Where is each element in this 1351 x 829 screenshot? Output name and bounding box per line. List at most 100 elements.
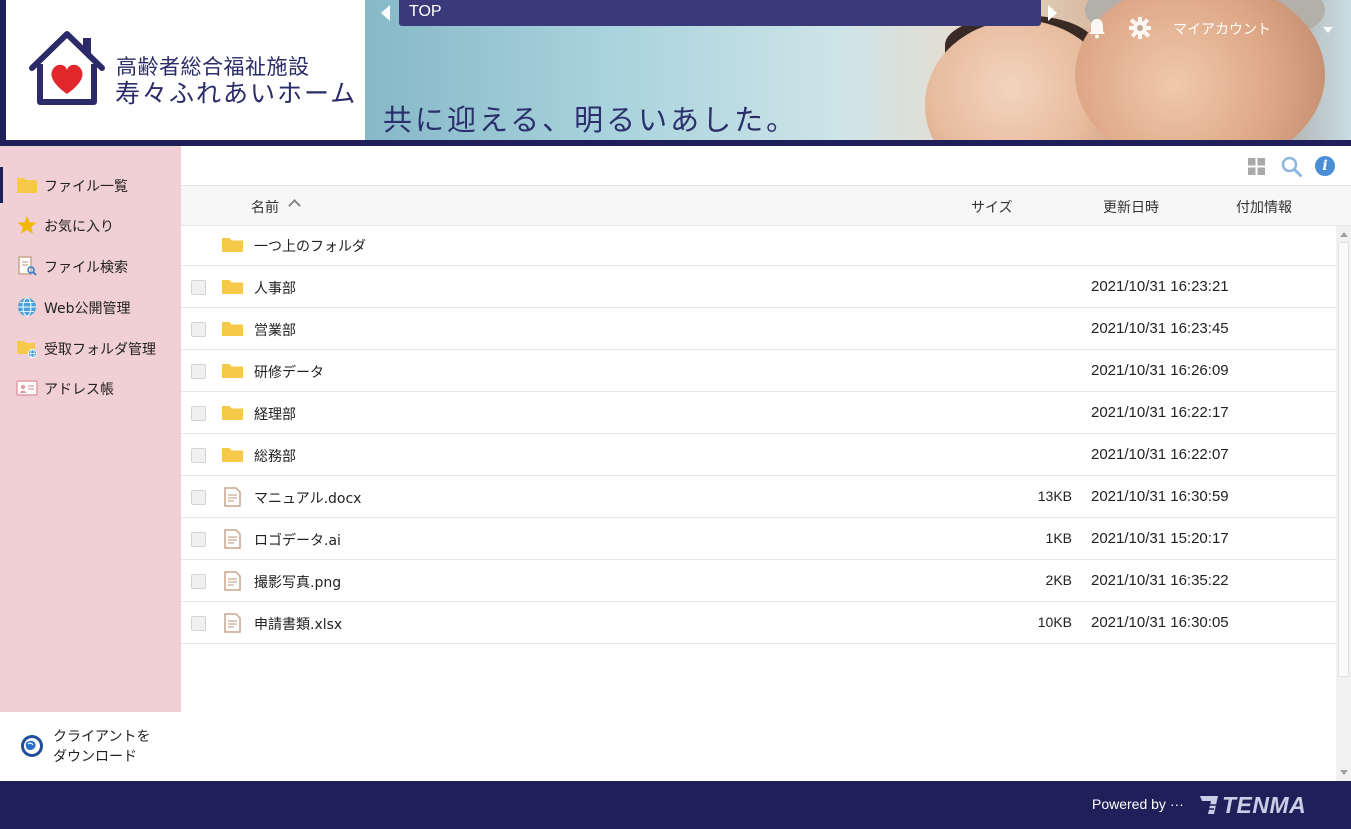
file-size: 13KB xyxy=(1037,488,1072,504)
folder-icon xyxy=(222,448,243,462)
file-modified: 2021/10/31 16:22:17 xyxy=(1091,404,1229,421)
sidebar-item-label: 受取フォルダ管理 xyxy=(44,342,156,358)
file-name[interactable]: 営業部 xyxy=(254,320,296,340)
parent-folder-label: 一つ上のフォルダ xyxy=(254,239,366,255)
star-icon xyxy=(17,216,37,234)
download-label-line2: ダウンロード xyxy=(53,749,137,765)
sidebar: ファイル一覧 お気に入り ファイル検索 Web公開管理 受取フォルダ管理 アドレ… xyxy=(0,146,181,781)
document-icon xyxy=(224,529,241,549)
table-row[interactable]: 経理部 2021/10/31 16:22:17 xyxy=(181,392,1336,434)
file-search-icon xyxy=(18,256,37,276)
powered-by-label: Powered by ··· xyxy=(1092,796,1184,812)
download-label-line1: クライアントを xyxy=(53,729,151,745)
bell-icon[interactable] xyxy=(1087,17,1107,39)
sidebar-item-address-book[interactable]: アドレス帳 xyxy=(0,370,181,406)
row-checkbox[interactable] xyxy=(191,490,206,505)
file-modified: 2021/10/31 16:23:21 xyxy=(1091,278,1229,295)
sidebar-item-label: ファイル検索 xyxy=(44,260,128,276)
file-modified: 2021/10/31 16:35:22 xyxy=(1091,572,1229,589)
sidebar-item-file-search[interactable]: ファイル検索 xyxy=(0,248,181,284)
breadcrumb-prev-arrow-icon[interactable] xyxy=(381,5,390,21)
gear-icon[interactable] xyxy=(1129,17,1151,39)
column-header-name[interactable]: 名前 xyxy=(251,197,279,217)
breadcrumb[interactable]: TOP xyxy=(399,0,1041,26)
sidebar-item-favorites[interactable]: お気に入り xyxy=(0,207,181,243)
scrollbar-thumb[interactable] xyxy=(1338,242,1349,677)
row-checkbox[interactable] xyxy=(191,280,206,295)
table-row[interactable]: 総務部 2021/10/31 16:22:07 xyxy=(181,434,1336,476)
search-icon[interactable] xyxy=(1281,156,1302,177)
chevron-down-icon[interactable] xyxy=(1323,27,1333,33)
file-modified: 2021/10/31 15:20:17 xyxy=(1091,530,1229,547)
table-header: 名前 サイズ 更新日時 付加情報 xyxy=(181,186,1351,226)
parent-folder-row[interactable]: 一つ上のフォルダ xyxy=(181,226,1336,266)
table-row[interactable]: 研修データ 2021/10/31 16:26:09 xyxy=(181,350,1336,392)
breadcrumb-next-arrow-icon[interactable] xyxy=(1048,5,1057,21)
app-footer: Powered by ··· TENMA xyxy=(0,781,1351,829)
file-name[interactable]: 総務部 xyxy=(254,446,296,466)
sidebar-item-label: お気に入り xyxy=(44,219,114,235)
sort-ascending-icon[interactable] xyxy=(288,199,301,212)
grid-view-icon[interactable] xyxy=(1248,158,1265,175)
column-header-size[interactable]: サイズ xyxy=(971,197,1013,217)
column-header-extra[interactable]: 付加情報 xyxy=(1236,197,1292,217)
file-name[interactable]: マニュアル.docx xyxy=(254,488,361,508)
download-client-label: クライアントを ダウンロード xyxy=(53,727,173,767)
vertical-scrollbar[interactable] xyxy=(1336,226,1351,781)
document-icon xyxy=(224,571,241,591)
row-checkbox[interactable] xyxy=(191,616,206,631)
file-name[interactable]: 研修データ xyxy=(254,362,324,382)
document-icon xyxy=(224,613,241,633)
sidebar-item-file-list[interactable]: ファイル一覧 xyxy=(0,167,181,203)
file-size: 10KB xyxy=(1037,614,1072,630)
row-checkbox[interactable] xyxy=(191,322,206,337)
row-checkbox[interactable] xyxy=(191,448,206,463)
app-header: 高齢者総合福祉施設 寿々ふれあいホーム 共に迎える、明るいあした。 TOP マイ… xyxy=(0,0,1351,146)
file-name[interactable]: 撮影写真.png xyxy=(254,572,341,592)
download-client-button[interactable]: クライアントを ダウンロード xyxy=(0,712,181,781)
file-name[interactable]: 人事部 xyxy=(254,278,296,298)
file-size: 2KB xyxy=(1045,572,1072,588)
table-row[interactable]: 撮影写真.png 2KB 2021/10/31 16:35:22 xyxy=(181,560,1336,602)
sidebar-item-receive-folder[interactable]: 受取フォルダ管理 xyxy=(0,330,181,366)
folder-icon xyxy=(17,178,37,193)
sidebar-item-web-publish[interactable]: Web公開管理 xyxy=(0,289,181,325)
folder-icon xyxy=(222,406,243,420)
sidebar-item-label: ファイル一覧 xyxy=(44,179,128,195)
file-modified: 2021/10/31 16:30:05 xyxy=(1091,614,1229,631)
file-name[interactable]: 申請書類.xlsx xyxy=(254,614,342,634)
folder-globe-icon xyxy=(17,341,38,358)
folder-icon xyxy=(222,280,243,294)
table-row[interactable]: 申請書類.xlsx 10KB 2021/10/31 16:30:05 xyxy=(181,602,1336,644)
row-checkbox[interactable] xyxy=(191,364,206,379)
column-header-modified[interactable]: 更新日時 xyxy=(1103,197,1159,217)
scroll-down-arrow-icon[interactable] xyxy=(1340,770,1348,775)
house-heart-logo-icon xyxy=(29,31,105,105)
file-table: 一つ上のフォルダ 人事部 2021/10/31 16:23:21 営業部 202… xyxy=(181,226,1336,644)
file-modified: 2021/10/31 16:23:45 xyxy=(1091,320,1229,337)
table-row[interactable]: 人事部 2021/10/31 16:23:21 xyxy=(181,266,1336,308)
file-name[interactable]: 経理部 xyxy=(254,404,296,424)
globe-icon xyxy=(18,297,36,317)
folder-icon xyxy=(222,238,243,252)
table-row[interactable]: マニュアル.docx 13KB 2021/10/31 16:30:59 xyxy=(181,476,1336,518)
row-checkbox[interactable] xyxy=(191,574,206,589)
banner-tagline: 共に迎える、明るいあした。 xyxy=(383,103,799,137)
file-modified: 2021/10/31 16:30:59 xyxy=(1091,488,1229,505)
logo-title: 寿々ふれあいホーム xyxy=(115,79,358,108)
scroll-up-arrow-icon[interactable] xyxy=(1340,232,1348,237)
my-account-menu[interactable]: マイアカウント xyxy=(1173,19,1271,39)
info-icon[interactable]: i xyxy=(1315,156,1335,176)
row-checkbox[interactable] xyxy=(191,406,206,421)
brand-name[interactable]: TENMA xyxy=(1222,792,1306,819)
breadcrumb-top[interactable]: TOP xyxy=(409,3,442,21)
row-checkbox[interactable] xyxy=(191,532,206,547)
table-row[interactable]: 営業部 2021/10/31 16:23:45 xyxy=(181,308,1336,350)
file-modified: 2021/10/31 16:22:07 xyxy=(1091,446,1229,463)
folder-icon xyxy=(222,364,243,378)
file-name[interactable]: ロゴデータ.ai xyxy=(254,530,341,550)
table-row[interactable]: ロゴデータ.ai 1KB 2021/10/31 15:20:17 xyxy=(181,518,1336,560)
logo[interactable]: 高齢者総合福祉施設 寿々ふれあいホーム xyxy=(6,0,365,140)
sidebar-item-label: アドレス帳 xyxy=(44,382,114,398)
toolbar: i xyxy=(181,146,1351,186)
